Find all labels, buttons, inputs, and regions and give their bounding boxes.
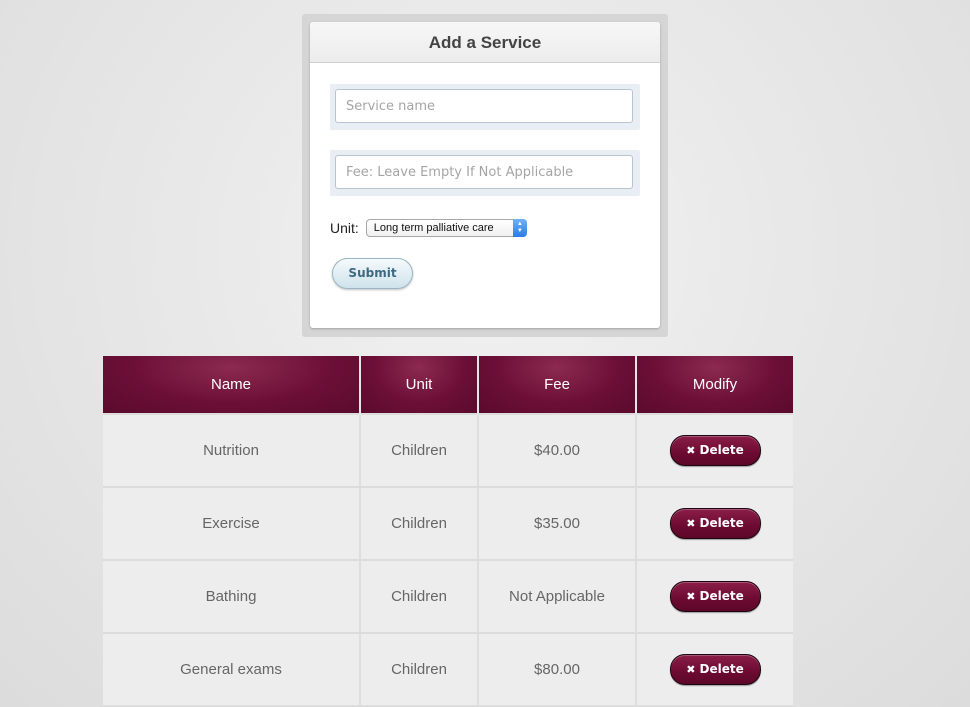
- delete-button[interactable]: ✖ Delete: [669, 508, 761, 539]
- cell-unit: Children: [360, 633, 479, 707]
- cell-fee: Not Applicable: [478, 560, 637, 634]
- cell-name: Bathing: [103, 560, 361, 634]
- add-service-form: Add a Service Unit: Long term palliative…: [310, 22, 660, 328]
- cell-fee: $80.00: [478, 633, 637, 707]
- service-name-field-wrap: [330, 84, 640, 130]
- fee-input[interactable]: [335, 155, 633, 189]
- form-title: Add a Service: [310, 22, 660, 63]
- delete-label: Delete: [699, 589, 744, 603]
- unit-select-value: Long term palliative care: [373, 222, 494, 234]
- delete-label: Delete: [699, 662, 744, 676]
- delete-label: Delete: [699, 443, 744, 457]
- cell-modify: ✖ Delete: [636, 633, 793, 707]
- close-x-icon: ✖: [686, 590, 696, 603]
- fee-field-wrap: [330, 150, 640, 196]
- unit-select[interactable]: Long term palliative care ▲ ▼: [365, 219, 527, 237]
- header-modify: Modify: [636, 356, 793, 414]
- cell-modify: ✖ Delete: [636, 413, 793, 488]
- table-row: General exams Children $80.00 ✖ Delete: [103, 633, 793, 707]
- cell-modify: ✖ Delete: [636, 560, 793, 634]
- cell-unit: Children: [360, 413, 479, 488]
- table-header-row: Name Unit Fee Modify: [103, 356, 793, 414]
- delete-label: Delete: [699, 516, 744, 530]
- services-table: Name Unit Fee Modify Nutrition Children …: [103, 356, 793, 707]
- delete-button[interactable]: ✖ Delete: [669, 581, 761, 612]
- cell-modify: ✖ Delete: [636, 487, 793, 561]
- delete-button[interactable]: ✖ Delete: [669, 435, 761, 466]
- unit-label: Unit:: [330, 220, 359, 236]
- cell-name: General exams: [103, 633, 361, 707]
- table-row: Exercise Children $35.00 ✖ Delete: [103, 487, 793, 561]
- header-fee: Fee: [478, 356, 637, 414]
- table-row: Bathing Children Not Applicable ✖ Delete: [103, 560, 793, 634]
- close-x-icon: ✖: [686, 517, 696, 530]
- cell-name: Exercise: [103, 487, 361, 561]
- close-x-icon: ✖: [686, 663, 696, 676]
- header-unit: Unit: [360, 356, 479, 414]
- cell-unit: Children: [360, 487, 479, 561]
- unit-row: Unit: Long term palliative care ▲ ▼: [330, 218, 527, 238]
- service-name-input[interactable]: [335, 89, 633, 123]
- header-name: Name: [103, 356, 361, 414]
- close-x-icon: ✖: [686, 444, 696, 457]
- cell-name: Nutrition: [103, 413, 361, 488]
- cell-fee: $40.00: [478, 413, 637, 488]
- table-row: Nutrition Children $40.00 ✖ Delete: [103, 413, 793, 488]
- cell-unit: Children: [360, 560, 479, 634]
- submit-button[interactable]: Submit: [332, 258, 413, 289]
- updown-arrows-icon: ▲ ▼: [512, 219, 527, 237]
- delete-button[interactable]: ✖ Delete: [669, 654, 761, 685]
- cell-fee: $35.00: [478, 487, 637, 561]
